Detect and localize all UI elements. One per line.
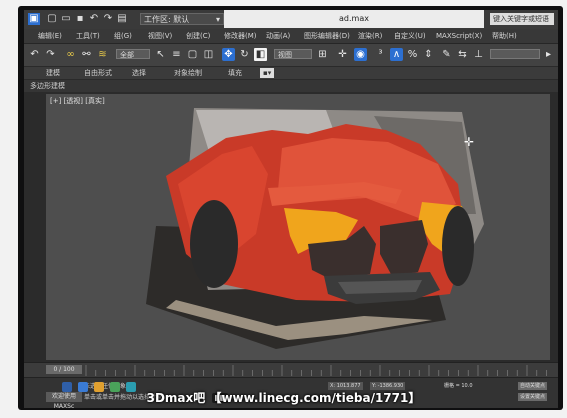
pivot-center-icon[interactable]: ⊞ xyxy=(316,48,329,61)
percent-snap-icon[interactable]: % xyxy=(406,48,419,61)
keyboard-shortcut-override-icon[interactable]: ◉ xyxy=(354,48,367,61)
menu-rendering[interactable]: 渲染(R) xyxy=(358,31,382,41)
select-and-rotate-icon[interactable]: ↻ xyxy=(238,48,251,61)
spinner-snap-icon[interactable]: ⇕ xyxy=(422,48,435,61)
time-slider[interactable]: 0 / 100 xyxy=(46,365,82,374)
select-manipulate-icon[interactable]: ✛ xyxy=(336,48,349,61)
undo-icon[interactable]: ↶ xyxy=(88,13,100,25)
rectangular-selection-icon[interactable]: ▢ xyxy=(186,48,199,61)
selection-filter-dropdown[interactable]: 全部 xyxy=(116,49,150,59)
undo-icon[interactable]: ↶ xyxy=(28,48,41,61)
redo-icon[interactable]: ↷ xyxy=(44,48,57,61)
workspace-dropdown[interactable]: 工作区: 默认 xyxy=(140,13,224,26)
redo-icon[interactable]: ↷ xyxy=(102,13,114,25)
mirror-icon[interactable]: ⇆ xyxy=(456,48,469,61)
menu-views[interactable]: 视图(V) xyxy=(148,31,172,41)
polygon-modeling-label[interactable]: 多边形建模 xyxy=(30,81,65,91)
tab-populate[interactable]: 填充 xyxy=(228,68,242,78)
menu-tools[interactable]: 工具(T) xyxy=(76,31,100,41)
bind-space-warp-icon[interactable]: ≋ xyxy=(96,48,109,61)
search-input[interactable]: 键入关键字或短语 xyxy=(490,13,554,25)
max-application-window: ▣ ▢ ▭ ▪ ↶ ↷ ▤ 工作区: 默认 ad.max 键入关键字或短语 编辑… xyxy=(24,10,558,408)
named-selection-sets-dropdown[interactable] xyxy=(490,49,540,59)
unlink-icon[interactable]: ⚯ xyxy=(80,48,93,61)
reference-coordinate-dropdown[interactable]: 视图 xyxy=(274,49,312,59)
ribbon-tabs: 建模 自由形式 选择 对象绘制 填充 ▪▾ xyxy=(24,67,558,80)
ribbon-panel-bar: 多边形建模 xyxy=(24,80,558,92)
perspective-viewport[interactable]: ✛ [+] [透视] [真实] xyxy=(46,94,550,360)
window-crossing-icon[interactable]: ◫ xyxy=(202,48,215,61)
tab-selection[interactable]: 选择 xyxy=(132,68,146,78)
main-toolbar: ↶ ↷ ∞ ⚯ ≋ 全部 ↖ ≡ ▢ ◫ ✥ ↻ ◧ 视图 ⊞ ✛ ◉ ³ ∧ … xyxy=(24,44,558,67)
menu-maxscript[interactable]: MAXScript(X) xyxy=(436,31,482,41)
menu-bar: 编辑(E) 工具(T) 组(G) 视图(V) 创建(C) 修改器(M) 动画(A… xyxy=(24,29,558,44)
angle-snap-icon[interactable]: ∧ xyxy=(390,48,403,61)
timeline[interactable]: 0 / 100 xyxy=(24,362,558,377)
menu-create[interactable]: 创建(C) xyxy=(186,31,210,41)
ribbon-options-icon[interactable]: ▪▾ xyxy=(260,68,275,78)
car-model: ✛ xyxy=(146,108,484,349)
watermark-text: 3Dmax吧 【www.linecg.com/tieba/1771】 xyxy=(146,391,421,405)
app-logo-icon[interactable]: ▣ xyxy=(28,13,40,25)
menu-help[interactable]: 帮助(H) xyxy=(492,31,517,41)
align-icon[interactable]: ⊥ xyxy=(472,48,485,61)
svg-text:✛: ✛ xyxy=(464,135,474,149)
tab-object-paint[interactable]: 对象绘制 xyxy=(174,68,202,78)
timeline-ticks xyxy=(85,365,547,376)
project-folder-icon[interactable]: ▤ xyxy=(116,13,128,25)
menu-group[interactable]: 组(G) xyxy=(114,31,132,41)
select-and-scale-icon[interactable]: ◧ xyxy=(254,48,267,61)
select-by-name-icon[interactable]: ≡ xyxy=(170,48,183,61)
tab-modeling[interactable]: 建模 xyxy=(46,68,60,78)
viewport-label[interactable]: [+] [透视] [真实] xyxy=(50,96,105,106)
open-folder-icon[interactable]: ▭ xyxy=(60,13,72,25)
new-file-icon[interactable]: ▢ xyxy=(46,13,58,25)
menu-animation[interactable]: 动画(A) xyxy=(266,31,290,41)
select-and-move-icon[interactable]: ✥ xyxy=(222,48,235,61)
monitor-frame: ▣ ▢ ▭ ▪ ↶ ↷ ▤ 工作区: 默认 ad.max 键入关键字或短语 编辑… xyxy=(18,6,563,410)
toolbar-overflow-icon[interactable]: ▸ xyxy=(542,48,555,61)
edit-named-selection-icon[interactable]: ✎ xyxy=(440,48,453,61)
file-title: ad.max xyxy=(224,10,484,28)
save-icon[interactable]: ▪ xyxy=(74,13,86,25)
link-icon[interactable]: ∞ xyxy=(64,48,77,61)
menu-edit[interactable]: 编辑(E) xyxy=(38,31,62,41)
snaps-toggle-icon[interactable]: ³ xyxy=(374,48,387,61)
menu-customize[interactable]: 自定义(U) xyxy=(394,31,426,41)
menu-modifiers[interactable]: 修改器(M) xyxy=(224,31,257,41)
tab-freeform[interactable]: 自由形式 xyxy=(84,68,112,78)
menu-graph-editors[interactable]: 图形编辑器(D) xyxy=(304,31,350,41)
title-bar: ▣ ▢ ▭ ▪ ↶ ↷ ▤ 工作区: 默认 ad.max 键入关键字或短语 xyxy=(24,10,558,30)
select-object-icon[interactable]: ↖ xyxy=(154,48,167,61)
